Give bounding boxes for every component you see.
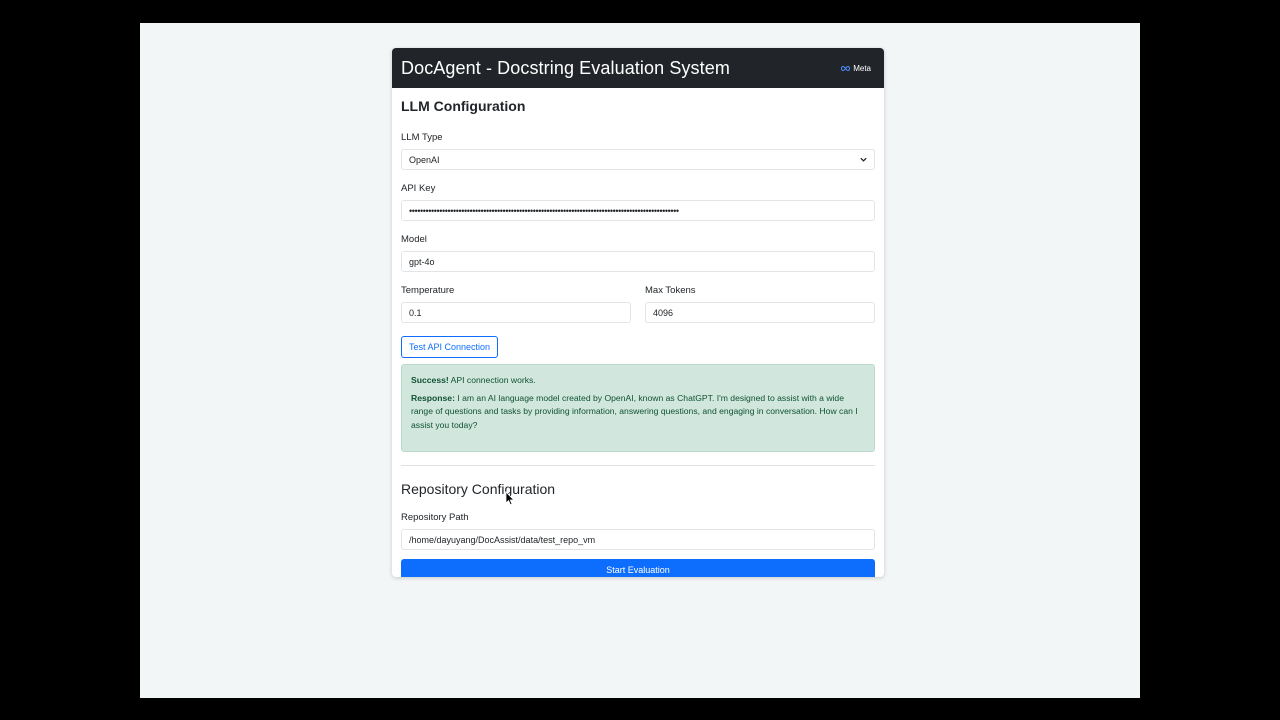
model-value: gpt-4o <box>409 256 435 267</box>
max-tokens-input[interactable]: 4096 <box>645 302 875 323</box>
api-key-value: ••••••••••••••••••••••••••••••••••••••••… <box>409 205 679 216</box>
max-tokens-value: 4096 <box>653 307 674 318</box>
api-key-label: API Key <box>401 183 436 194</box>
api-key-input[interactable]: ••••••••••••••••••••••••••••••••••••••••… <box>401 200 875 221</box>
start-evaluation-button[interactable]: Start Evaluation <box>401 559 875 577</box>
screen-area: DocAgent - Docstring Evaluation System M… <box>140 23 1140 698</box>
temperature-value: 0.1 <box>409 307 422 318</box>
max-tokens-group: Max Tokens 4096 <box>645 285 875 336</box>
brand-name: Meta <box>853 63 871 73</box>
app-header: DocAgent - Docstring Evaluation System M… <box>392 48 884 88</box>
brand-logo: Meta <box>840 64 871 73</box>
llm-config-title: LLM Configuration <box>401 98 526 114</box>
temperature-label: Temperature <box>401 285 455 296</box>
chevron-down-icon <box>860 157 867 162</box>
repo-path-value: /home/dayuyang/DocAssist/data/test_repo_… <box>409 534 596 545</box>
model-label: Model <box>401 234 427 245</box>
meta-infinity-icon <box>841 65 851 71</box>
llm-type-value: OpenAI <box>409 154 440 165</box>
app-title: DocAgent - Docstring Evaluation System <box>401 57 730 78</box>
max-tokens-label: Max Tokens <box>645 285 696 296</box>
temperature-input[interactable]: 0.1 <box>401 302 631 323</box>
alert-success-text: API connection works. <box>450 375 536 385</box>
repo-path-input[interactable]: /home/dayuyang/DocAssist/data/test_repo_… <box>401 529 875 550</box>
alert-response-line: Response: I am an AI language model crea… <box>411 392 865 433</box>
alert-success-label: Success! <box>411 375 449 385</box>
alert-success-line: Success! API connection works. <box>411 374 865 388</box>
params-row: Temperature 0.1 Max Tokens 4096 <box>401 285 875 336</box>
repo-path-label: Repository Path <box>401 512 469 523</box>
section-divider <box>401 465 875 466</box>
success-alert: Success! API connection works. Response:… <box>401 364 875 452</box>
repo-config-title: Repository Configuration <box>401 481 556 497</box>
mouse-cursor-icon <box>505 491 515 506</box>
card-body: LLM Configuration LLM Type OpenAI API Ke… <box>392 88 884 577</box>
alert-response-label: Response: <box>411 392 455 403</box>
model-input[interactable]: gpt-4o <box>401 251 875 272</box>
main-card: DocAgent - Docstring Evaluation System M… <box>392 48 884 577</box>
temperature-group: Temperature 0.1 <box>401 285 631 336</box>
alert-response-text: I am an AI language model created by Ope… <box>411 392 858 431</box>
llm-type-select[interactable]: OpenAI <box>401 149 875 170</box>
test-api-connection-button[interactable]: Test API Connection <box>401 336 499 358</box>
llm-type-label: LLM Type <box>401 132 443 143</box>
